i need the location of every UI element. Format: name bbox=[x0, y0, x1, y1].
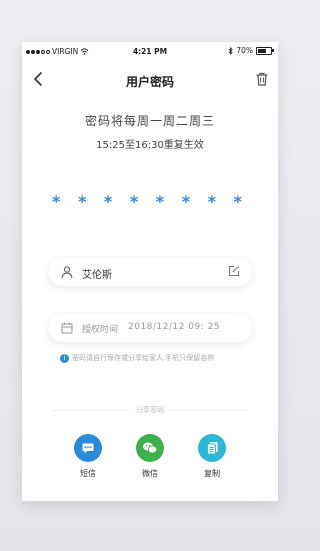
copy-icon bbox=[198, 434, 226, 462]
bluetooth-icon bbox=[228, 46, 233, 55]
notice-text: 密码请自行保存或分享给家人,手机只保留名称 bbox=[72, 354, 215, 362]
share-copy-button[interactable]: 复制 bbox=[192, 434, 232, 479]
nav-bar: 用户密码 bbox=[22, 64, 278, 96]
auth-time-label: 授权时间 bbox=[82, 325, 119, 335]
share-section-label: 分享密码 bbox=[22, 405, 278, 415]
schedule-time-text: 15:25至16:30重复生效 bbox=[96, 140, 204, 151]
sms-icon bbox=[74, 434, 102, 462]
battery-icon bbox=[256, 46, 274, 55]
notice: i 密码请自行保存或分享给家人,手机只保留名称 bbox=[60, 353, 270, 363]
share-wechat-button[interactable]: 微信 bbox=[130, 434, 170, 479]
battery-percent: 70% bbox=[236, 46, 253, 55]
share-sms-button[interactable]: 短信 bbox=[68, 434, 108, 479]
share-wechat-label: 微信 bbox=[142, 469, 158, 478]
auth-time-card[interactable]: 授权时间 2018/12/12 09: 25 bbox=[48, 314, 252, 342]
share-label-text: 分享密码 bbox=[130, 406, 170, 414]
status-bar: VIRGIN 4:21 PM 70% bbox=[22, 42, 278, 62]
password-display: * * * * * * * * bbox=[52, 192, 248, 211]
user-name: 艾伦斯 bbox=[82, 270, 112, 281]
share-copy-label: 复制 bbox=[204, 469, 220, 478]
share-sms-label: 短信 bbox=[80, 469, 96, 478]
schedule-text: 密码将每周一周二周三 bbox=[84, 114, 215, 128]
info-icon: i bbox=[60, 353, 69, 363]
phone-screen: VIRGIN 4:21 PM 70% 用户密码 密码将每周一周二周三 15:25… bbox=[22, 42, 278, 501]
battery-group: 70% bbox=[228, 46, 274, 55]
battery-fill bbox=[258, 48, 267, 53]
person-icon bbox=[61, 266, 73, 279]
user-card[interactable]: 艾伦斯 bbox=[48, 258, 252, 286]
page-title: 用户密码 bbox=[125, 75, 174, 89]
auth-time-value: 2018/12/12 09: 25 bbox=[128, 322, 221, 332]
edit-icon[interactable] bbox=[228, 265, 240, 277]
wechat-icon bbox=[136, 434, 164, 462]
trash-icon[interactable] bbox=[254, 71, 270, 87]
calendar-icon bbox=[61, 322, 73, 334]
